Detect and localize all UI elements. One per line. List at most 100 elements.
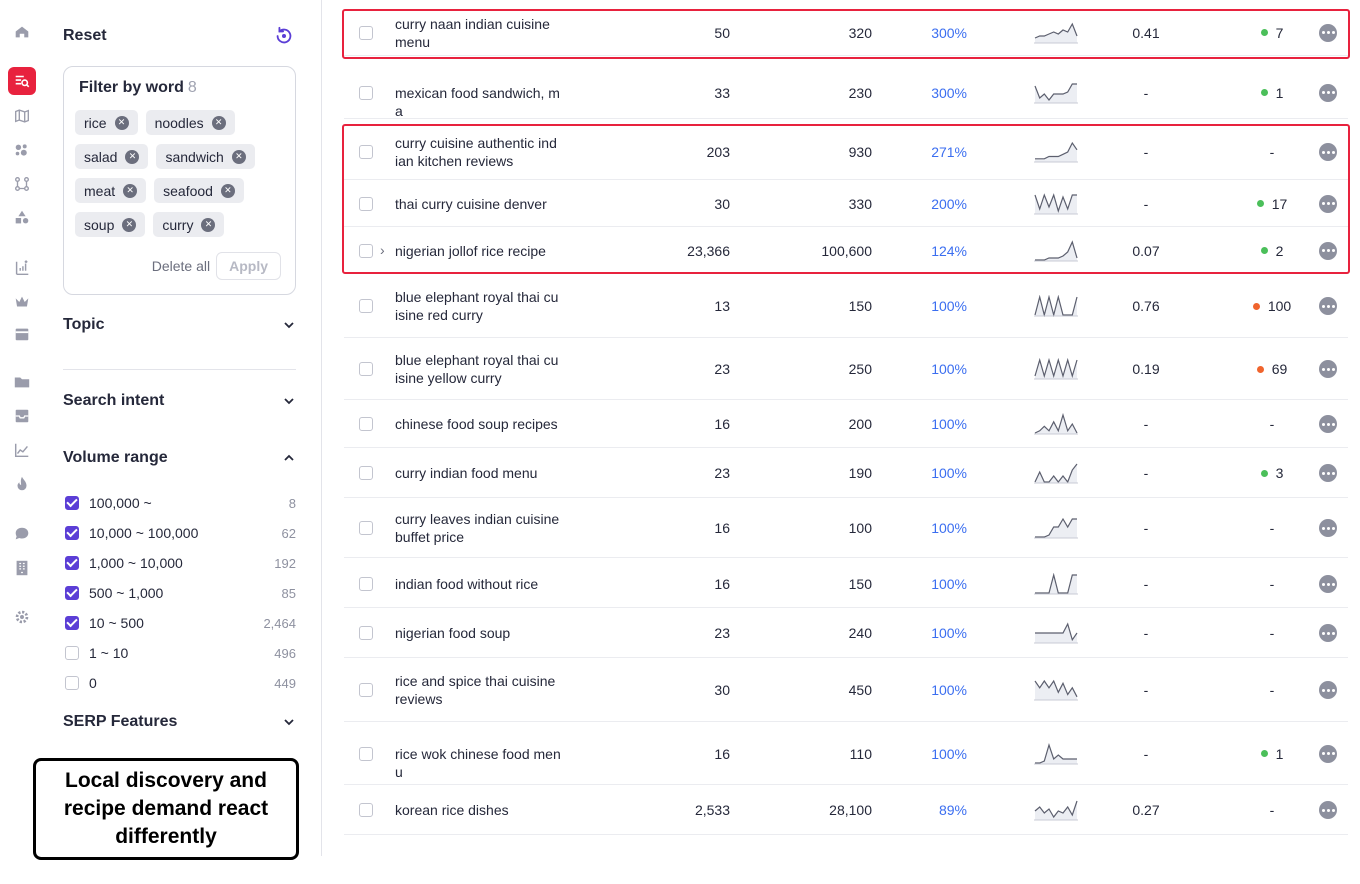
keyword-text[interactable]: blue elephant royal thai cu isine red cu… bbox=[395, 288, 565, 324]
volume-range-option[interactable]: 1 ~ 10 496 bbox=[65, 638, 296, 668]
row-checkbox[interactable] bbox=[359, 521, 373, 535]
topic-section[interactable]: Topic bbox=[63, 316, 296, 334]
table-row[interactable]: chinese food soup recipes 16 200 100% - - bbox=[344, 400, 1348, 448]
chip-remove-icon[interactable]: ✕ bbox=[122, 217, 137, 232]
table-row[interactable]: curry cuisine authentic ind ian kitchen … bbox=[344, 124, 1348, 180]
archive-box-icon[interactable] bbox=[8, 320, 36, 348]
keyword-text[interactable]: nigerian food soup bbox=[395, 624, 565, 642]
chip-remove-icon[interactable]: ✕ bbox=[231, 149, 246, 164]
keyword-text[interactable]: curry leaves indian cuisine buffet price bbox=[395, 510, 565, 546]
map-icon[interactable] bbox=[8, 102, 36, 130]
more-options-icon[interactable] bbox=[1319, 519, 1337, 537]
more-options-icon[interactable] bbox=[1319, 297, 1337, 315]
checkbox[interactable] bbox=[65, 526, 79, 540]
more-options-icon[interactable] bbox=[1319, 801, 1337, 819]
more-options-icon[interactable] bbox=[1319, 83, 1337, 102]
rank-tracker-icon[interactable] bbox=[8, 254, 36, 282]
table-row[interactable]: › nigerian jollof rice recipe 23,366 100,60… bbox=[344, 227, 1348, 274]
more-options-icon[interactable] bbox=[1319, 360, 1337, 378]
table-row[interactable]: curry leaves indian cuisine buffet price… bbox=[344, 498, 1348, 558]
fire-icon[interactable] bbox=[8, 470, 36, 498]
row-checkbox[interactable] bbox=[359, 746, 373, 761]
keyword-text[interactable]: korean rice dishes bbox=[395, 801, 565, 819]
chart-icon[interactable] bbox=[8, 436, 36, 464]
row-checkbox[interactable] bbox=[359, 417, 373, 431]
delete-all-button[interactable]: Delete all bbox=[152, 258, 210, 274]
keyword-text[interactable]: curry cuisine authentic ind ian kitchen … bbox=[395, 134, 565, 170]
volume-range-option[interactable]: 1,000 ~ 10,000 192 bbox=[65, 548, 296, 578]
row-checkbox[interactable] bbox=[359, 577, 373, 591]
volume-range-option[interactable]: 500 ~ 1,000 85 bbox=[65, 578, 296, 608]
volume-range-option[interactable]: 100,000 ~ 8 bbox=[65, 488, 296, 518]
checkbox[interactable] bbox=[65, 616, 79, 630]
table-row[interactable]: rice wok chinese food men u 16 110 100% - 1 bbox=[344, 722, 1348, 785]
chip-remove-icon[interactable]: ✕ bbox=[123, 183, 138, 198]
serp-features-section[interactable]: SERP Features bbox=[63, 713, 296, 731]
table-row[interactable]: curry indian food menu 23 190 100% - 3 bbox=[344, 448, 1348, 498]
keyword-text[interactable]: indian food without rice bbox=[395, 575, 565, 593]
crown-icon[interactable] bbox=[8, 288, 36, 316]
keyword-text[interactable]: nigerian jollof rice recipe bbox=[395, 242, 565, 260]
keyword-text[interactable]: curry indian food menu bbox=[395, 464, 565, 482]
chip-remove-icon[interactable]: ✕ bbox=[125, 149, 140, 164]
keyword-search-icon[interactable] bbox=[8, 67, 36, 95]
chip-remove-icon[interactable]: ✕ bbox=[201, 217, 216, 232]
table-row[interactable]: mexican food sandwich, m a 33 230 300% - 1 bbox=[344, 66, 1348, 119]
row-checkbox[interactable] bbox=[359, 626, 373, 640]
keyword-text[interactable]: chinese food soup recipes bbox=[395, 415, 565, 433]
row-checkbox[interactable] bbox=[359, 243, 373, 258]
table-row[interactable]: nigerian food soup 23 240 100% - - bbox=[344, 608, 1348, 658]
checkbox[interactable] bbox=[65, 676, 79, 690]
more-options-icon[interactable] bbox=[1319, 241, 1337, 260]
row-checkbox[interactable] bbox=[359, 683, 373, 697]
building-icon[interactable] bbox=[8, 554, 36, 582]
checkbox[interactable] bbox=[65, 496, 79, 510]
keyword-text[interactable]: mexican food sandwich, m a bbox=[395, 84, 565, 120]
table-row[interactable]: indian food without rice 16 150 100% - - bbox=[344, 560, 1348, 608]
table-row[interactable]: rice and spice thai cuisine reviews 30 450… bbox=[344, 658, 1348, 722]
search-intent-section[interactable]: Search intent bbox=[63, 392, 296, 410]
table-row[interactable]: blue elephant royal thai cu isine red cu… bbox=[344, 274, 1348, 338]
more-options-icon[interactable] bbox=[1319, 194, 1337, 213]
cluster-icon[interactable] bbox=[8, 136, 36, 164]
volume-range-option[interactable]: 10 ~ 500 2,464 bbox=[65, 608, 296, 638]
more-options-icon[interactable] bbox=[1319, 464, 1337, 482]
inbox-icon[interactable] bbox=[8, 402, 36, 430]
chat-icon[interactable] bbox=[8, 520, 36, 548]
row-checkbox[interactable] bbox=[359, 299, 373, 313]
row-checkbox[interactable] bbox=[359, 196, 373, 211]
volume-range-option[interactable]: 0 449 bbox=[65, 668, 296, 698]
row-checkbox[interactable] bbox=[359, 25, 373, 40]
more-options-icon[interactable] bbox=[1319, 681, 1337, 699]
reset-icon[interactable] bbox=[273, 25, 295, 47]
apply-button[interactable]: Apply bbox=[216, 252, 281, 280]
checkbox[interactable] bbox=[65, 556, 79, 570]
keyword-text[interactable]: thai curry cuisine denver bbox=[395, 195, 565, 213]
more-options-icon[interactable] bbox=[1319, 624, 1337, 642]
chevron-right-icon[interactable]: › bbox=[380, 242, 385, 258]
checkbox[interactable] bbox=[65, 586, 79, 600]
chip-remove-icon[interactable]: ✕ bbox=[211, 115, 226, 130]
chip-remove-icon[interactable]: ✕ bbox=[114, 115, 129, 130]
more-options-icon[interactable] bbox=[1319, 23, 1337, 42]
shapes-icon[interactable] bbox=[8, 204, 36, 232]
table-row[interactable]: korean rice dishes 2,533 28,100 89% 0.27 - bbox=[344, 785, 1348, 835]
checkbox[interactable] bbox=[65, 646, 79, 660]
table-row[interactable]: blue elephant royal thai cu isine yellow… bbox=[344, 338, 1348, 400]
row-checkbox[interactable] bbox=[359, 362, 373, 376]
more-options-icon[interactable] bbox=[1319, 575, 1337, 593]
more-options-icon[interactable] bbox=[1319, 415, 1337, 433]
keyword-text[interactable]: rice wok chinese food men u bbox=[395, 745, 565, 781]
row-checkbox[interactable] bbox=[359, 466, 373, 480]
chip-remove-icon[interactable]: ✕ bbox=[220, 183, 235, 198]
table-row[interactable]: thai curry cuisine denver 30 330 200% - 17 bbox=[344, 180, 1348, 227]
table-row[interactable]: curry naan indian cuisine menu 50 320 300% 0… bbox=[344, 9, 1348, 56]
row-checkbox[interactable] bbox=[359, 803, 373, 817]
more-options-icon[interactable] bbox=[1319, 143, 1337, 161]
home-icon[interactable] bbox=[8, 18, 36, 46]
row-checkbox[interactable] bbox=[359, 145, 373, 159]
gear-icon[interactable] bbox=[8, 603, 36, 631]
volume-range-option[interactable]: 10,000 ~ 100,000 62 bbox=[65, 518, 296, 548]
flow-icon[interactable] bbox=[8, 170, 36, 198]
row-checkbox[interactable] bbox=[359, 85, 373, 100]
